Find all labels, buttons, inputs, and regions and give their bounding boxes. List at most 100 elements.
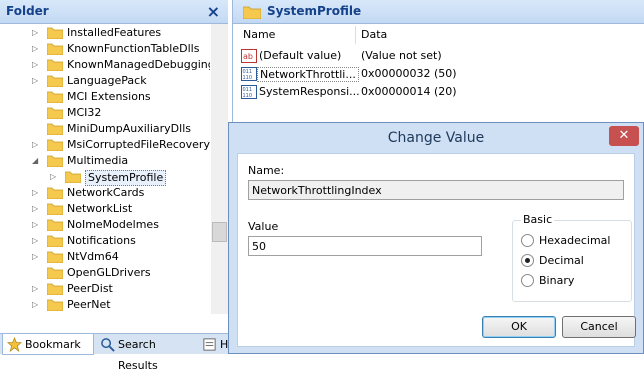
- radio-label: Binary: [539, 274, 575, 287]
- tree-item[interactable]: ▷ SystemProfile: [0, 169, 210, 186]
- tree-item-label: Multimedia: [67, 154, 129, 167]
- dialog-title: Change Value: [387, 130, 485, 146]
- column-name-header[interactable]: Name: [243, 28, 275, 41]
- expand-arrow-icon[interactable]: ▷: [32, 281, 42, 297]
- expand-arrow-icon[interactable]: ▷: [32, 73, 42, 89]
- tree-item[interactable]: ▷ PeerNet: [0, 297, 210, 313]
- tab-bookmark-label: Bookmark: [25, 338, 81, 351]
- folder-icon: [47, 203, 63, 215]
- expand-arrow-icon[interactable]: ▷: [32, 233, 42, 249]
- expand-arrow-icon[interactable]: ▷: [32, 249, 42, 265]
- folder-icon: [47, 75, 63, 87]
- tree-item[interactable]: ▷ NoImeModelmes: [0, 217, 210, 233]
- radio-button[interactable]: [521, 274, 534, 287]
- tab-search-results[interactable]: Search Results: [96, 334, 196, 372]
- expand-arrow-icon[interactable]: ▷: [32, 41, 42, 57]
- history-icon: [203, 338, 216, 351]
- folder-icon: [47, 139, 63, 151]
- folder-tree: ▷ InstalledFeatures ▷ KnownFunctionTableDll…: [0, 24, 210, 314]
- folder-icon: [47, 235, 63, 247]
- dialog-titlebar[interactable]: Change Value ✕: [229, 123, 643, 153]
- string-value-icon: ab: [241, 49, 257, 63]
- tree-item[interactable]: ▷ Notifications: [0, 233, 210, 249]
- tree-item-label: MCI32: [67, 106, 102, 119]
- bottom-tab-bar: Bookmark Search Results H: [0, 333, 240, 372]
- value-row[interactable]: 011 110 SystemResponsi... 0x00000014 (20): [237, 84, 637, 101]
- radio-button[interactable]: [521, 254, 534, 267]
- expand-arrow-icon[interactable]: ▷: [32, 201, 42, 217]
- radio-hexadecimal[interactable]: Hexadecimal: [521, 233, 631, 249]
- expand-arrow-icon[interactable]: ▷: [32, 297, 42, 313]
- tree-item[interactable]: ▷ NtVdm64: [0, 249, 210, 265]
- tree-item[interactable]: MiniDumpAuxiliaryDlls: [0, 121, 210, 137]
- folder-icon: [47, 43, 63, 55]
- value-label: Value: [248, 220, 279, 233]
- expand-arrow-icon[interactable]: ▷: [32, 217, 42, 233]
- tree-item-label: MiniDumpAuxiliaryDlls: [67, 122, 191, 135]
- tab-search-results-label: Search Results: [118, 338, 158, 372]
- tree-item-label: PeerNet: [67, 298, 111, 311]
- tree-item-label: KnownFunctionTableDlls: [67, 42, 200, 55]
- tree-item[interactable]: MCI Extensions: [0, 89, 210, 105]
- column-data-header[interactable]: Data: [361, 28, 387, 41]
- radio-label: Hexadecimal: [539, 234, 611, 247]
- tree-item[interactable]: ▷ KnownManagedDebugging: [0, 57, 210, 73]
- tree-item[interactable]: ▷ NetworkCards: [0, 185, 210, 201]
- tab-bookmark[interactable]: Bookmark: [2, 334, 94, 355]
- base-group: Basic Hexadecimal Decimal Binary: [512, 213, 632, 302]
- tree-item[interactable]: ▷ KnownFunctionTableDlls: [0, 41, 210, 57]
- value-data: 0x00000014 (20): [361, 85, 457, 98]
- value-field[interactable]: [248, 236, 482, 256]
- folder-icon: [47, 27, 63, 39]
- folder-icon: [47, 107, 63, 119]
- tree-item-label: LanguagePack: [67, 74, 147, 87]
- tree-item[interactable]: ▷ InstalledFeatures: [0, 25, 210, 41]
- radio-binary[interactable]: Binary: [521, 273, 631, 289]
- tree-item-label: MsiCorruptedFileRecovery: [67, 138, 210, 151]
- value-pane-header: SystemProfile: [233, 0, 644, 24]
- tree-item-label: KnownManagedDebugging: [67, 58, 210, 71]
- star-icon: [7, 337, 22, 352]
- tree-item-label: SystemProfile: [85, 170, 167, 186]
- close-icon[interactable]: ×: [207, 2, 220, 21]
- value-name: SystemResponsi...: [259, 85, 360, 98]
- tree-item[interactable]: ◢ Multimedia: [0, 153, 210, 169]
- value-row[interactable]: ab (Default value) (Value not set): [237, 48, 637, 65]
- tree-scrollbar[interactable]: [211, 24, 228, 314]
- tree-item-label: NtVdm64: [67, 250, 119, 263]
- folder-icon: [47, 155, 63, 167]
- name-field[interactable]: [248, 180, 624, 200]
- tree-item[interactable]: ▷ LanguagePack: [0, 73, 210, 89]
- tree-item[interactable]: MCI32: [0, 105, 210, 121]
- folder-icon: [47, 91, 63, 103]
- tree-item-label: OpenGLDrivers: [67, 266, 151, 279]
- folder-pane-header: Folder ×: [0, 0, 228, 24]
- expand-arrow-icon[interactable]: ▷: [32, 185, 42, 201]
- ok-button[interactable]: OK: [482, 316, 556, 338]
- folder-icon: [47, 267, 63, 279]
- folder-icon: [47, 251, 63, 263]
- value-row[interactable]: 011 110 NetworkThrottli... 0x00000032 (50): [237, 66, 637, 83]
- radio-decimal[interactable]: Decimal: [521, 253, 631, 269]
- expand-arrow-icon[interactable]: ▷: [32, 137, 42, 153]
- radio-button[interactable]: [521, 234, 534, 247]
- expand-arrow-icon[interactable]: ▷: [32, 57, 42, 73]
- tree-item[interactable]: ▷ MsiCorruptedFileRecovery: [0, 137, 210, 153]
- value-name: NetworkThrottli...: [257, 67, 359, 82]
- tree-item[interactable]: ▷ PeerDist: [0, 281, 210, 297]
- tree-item[interactable]: ▷ NetworkList: [0, 201, 210, 217]
- expand-arrow-icon[interactable]: ▷: [50, 169, 60, 185]
- tree-item-label: Notifications: [67, 234, 136, 247]
- tree-item-label: NoImeModelmes: [67, 218, 159, 231]
- value-pane-title: SystemProfile: [267, 4, 362, 18]
- scrollbar-thumb[interactable]: [212, 222, 227, 242]
- expand-arrow-icon[interactable]: ▷: [32, 25, 42, 41]
- folder-pane: Folder × ▷ InstalledFeatures ▷ KnownFunctio…: [0, 0, 240, 372]
- expand-arrow-icon[interactable]: ◢: [32, 153, 42, 169]
- close-icon[interactable]: ✕: [609, 126, 639, 146]
- cancel-button[interactable]: Cancel: [562, 316, 636, 338]
- folder-icon: [47, 59, 63, 71]
- column-separator[interactable]: [355, 26, 356, 44]
- value-data: (Value not set): [361, 49, 442, 62]
- tree-item[interactable]: OpenGLDrivers: [0, 265, 210, 281]
